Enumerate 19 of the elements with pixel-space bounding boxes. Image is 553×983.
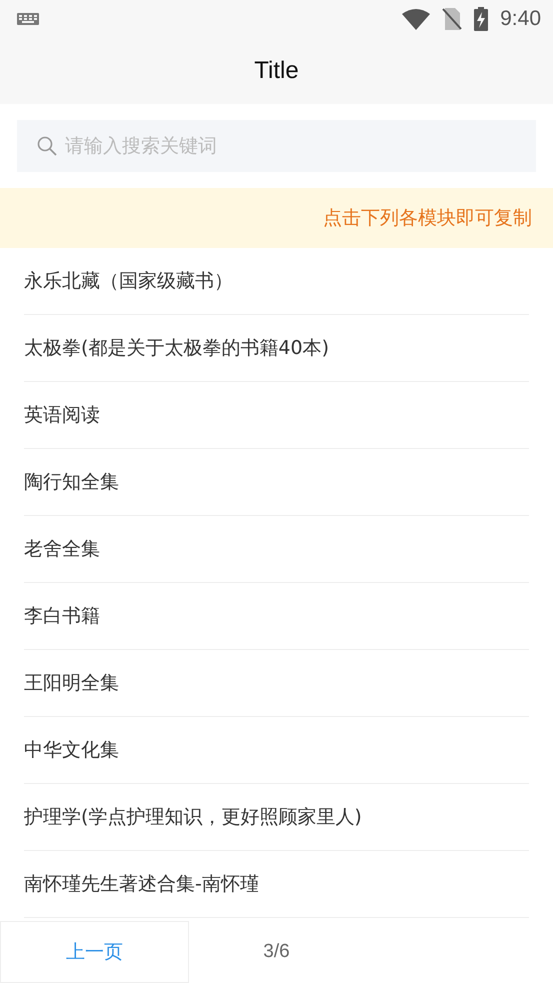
page-indicator: 3/6 xyxy=(262,941,291,963)
list-item[interactable]: 王阳明全集 xyxy=(24,650,529,717)
page-title: Title xyxy=(254,57,299,85)
list-item[interactable]: 太极拳(都是关于太极拳的书籍40本) xyxy=(24,315,529,382)
wifi-icon xyxy=(402,8,430,30)
list-item[interactable]: 老舍全集 xyxy=(24,516,529,583)
list-item[interactable]: 英语阅读 xyxy=(24,382,529,449)
list-item[interactable]: 永乐北藏（国家级藏书） xyxy=(24,248,529,315)
list-item[interactable]: 护理学(学点护理知识，更好照顾家里人) xyxy=(24,784,529,851)
battery-charging-icon xyxy=(474,7,488,31)
keyboard-icon xyxy=(17,13,39,25)
notice-text: 点击下列各模块即可复制 xyxy=(323,206,532,231)
no-sim-icon xyxy=(442,8,462,30)
list-item[interactable]: 南怀瑾先生著述合集-南怀瑾 xyxy=(24,851,529,918)
list-item[interactable]: 陶行知全集 xyxy=(24,449,529,516)
search-field[interactable]: 请输入搜索关键词 xyxy=(17,120,536,172)
list-item[interactable]: 李白书籍 xyxy=(24,583,529,650)
list-item[interactable]: 中华文化集 xyxy=(24,717,529,784)
status-time: 9:40 xyxy=(500,7,541,31)
